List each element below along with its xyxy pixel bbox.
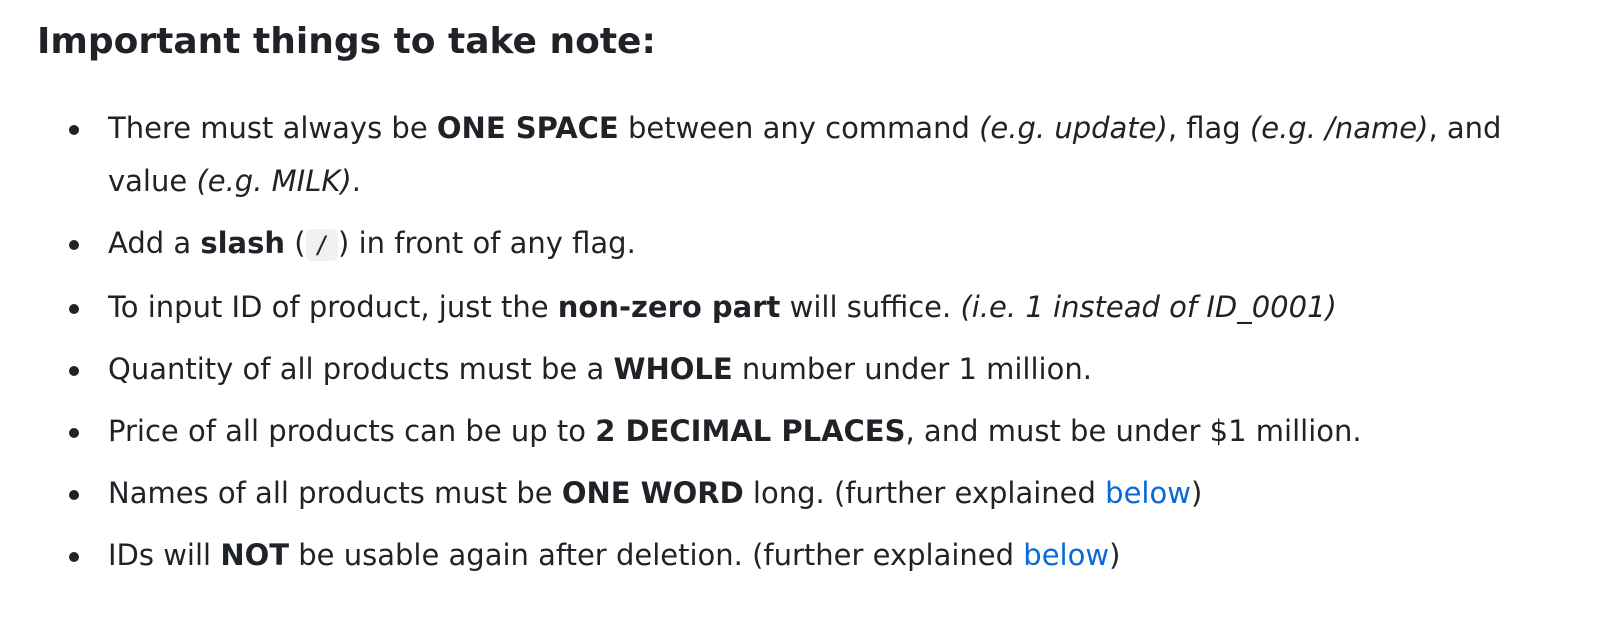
note-text: To input ID of product, just the (108, 290, 558, 324)
note-text: will suffice. (780, 290, 961, 324)
note-example: (e.g. /name) (1249, 111, 1429, 145)
note-text: , and must be under $1 million. (905, 414, 1362, 448)
note-ids: IDs will NOT be usable again after delet… (0, 529, 1600, 582)
note-text: ) (1109, 538, 1121, 572)
note-one-space: There must always be ONE SPACE between a… (0, 102, 1600, 208)
inline-code: / (305, 229, 339, 261)
bullet-icon (69, 366, 79, 376)
notes-list: There must always be ONE SPACE between a… (0, 102, 1600, 591)
note-text: ) in front of any flag. (338, 226, 636, 260)
note-emphasis: WHOLE (613, 352, 733, 386)
note-emphasis: non-zero part (557, 290, 781, 324)
bullet-icon (69, 125, 79, 135)
note-emphasis: slash (200, 226, 286, 260)
note-text: be usable again after deletion. (further… (289, 538, 1024, 572)
note-text: ) (1190, 476, 1203, 510)
note-example: (i.e. 1 instead of ID_0001) (960, 290, 1337, 324)
bullet-icon (69, 490, 79, 500)
note-text: between any command (618, 111, 980, 145)
below-link[interactable]: below (1105, 476, 1191, 510)
bullet-icon (69, 428, 79, 438)
note-text: Quantity of all products must be a (108, 352, 614, 386)
note-text: , flag (1167, 111, 1250, 145)
note-example: (e.g. MILK) (196, 164, 352, 198)
note-text: Names of all products must be (108, 476, 562, 510)
section-heading: Important things to take note: (37, 21, 656, 62)
note-text: There must always be (108, 111, 437, 145)
bullet-icon (69, 240, 79, 250)
note-product-id: To input ID of product, just the non-zer… (0, 281, 1600, 334)
note-emphasis: NOT (220, 538, 290, 572)
note-names: Names of all products must be ONE WORD l… (0, 467, 1600, 520)
note-emphasis: 2 DECIMAL PLACES (595, 414, 906, 448)
note-emphasis: ONE WORD (561, 476, 744, 510)
bullet-icon (69, 304, 79, 314)
note-example: (e.g. update) (979, 111, 1168, 145)
note-quantity: Quantity of all products must be a WHOLE… (0, 343, 1600, 396)
note-text: . (351, 164, 361, 198)
note-text: ( (285, 226, 306, 260)
below-link[interactable]: below (1023, 538, 1109, 572)
note-slash: Add a slash (/) in front of any flag. (0, 217, 1600, 272)
notes-section: Important things to take note: There mus… (0, 0, 1600, 628)
note-emphasis: ONE SPACE (436, 111, 619, 145)
note-text: number under 1 million. (732, 352, 1092, 386)
note-text: Add a (108, 226, 201, 260)
note-price: Price of all products can be up to 2 DEC… (0, 405, 1600, 458)
note-text: IDs will (108, 538, 221, 572)
note-text: Price of all products can be up to (108, 414, 596, 448)
bullet-icon (69, 552, 79, 562)
note-text: long. (further explained (743, 476, 1106, 510)
